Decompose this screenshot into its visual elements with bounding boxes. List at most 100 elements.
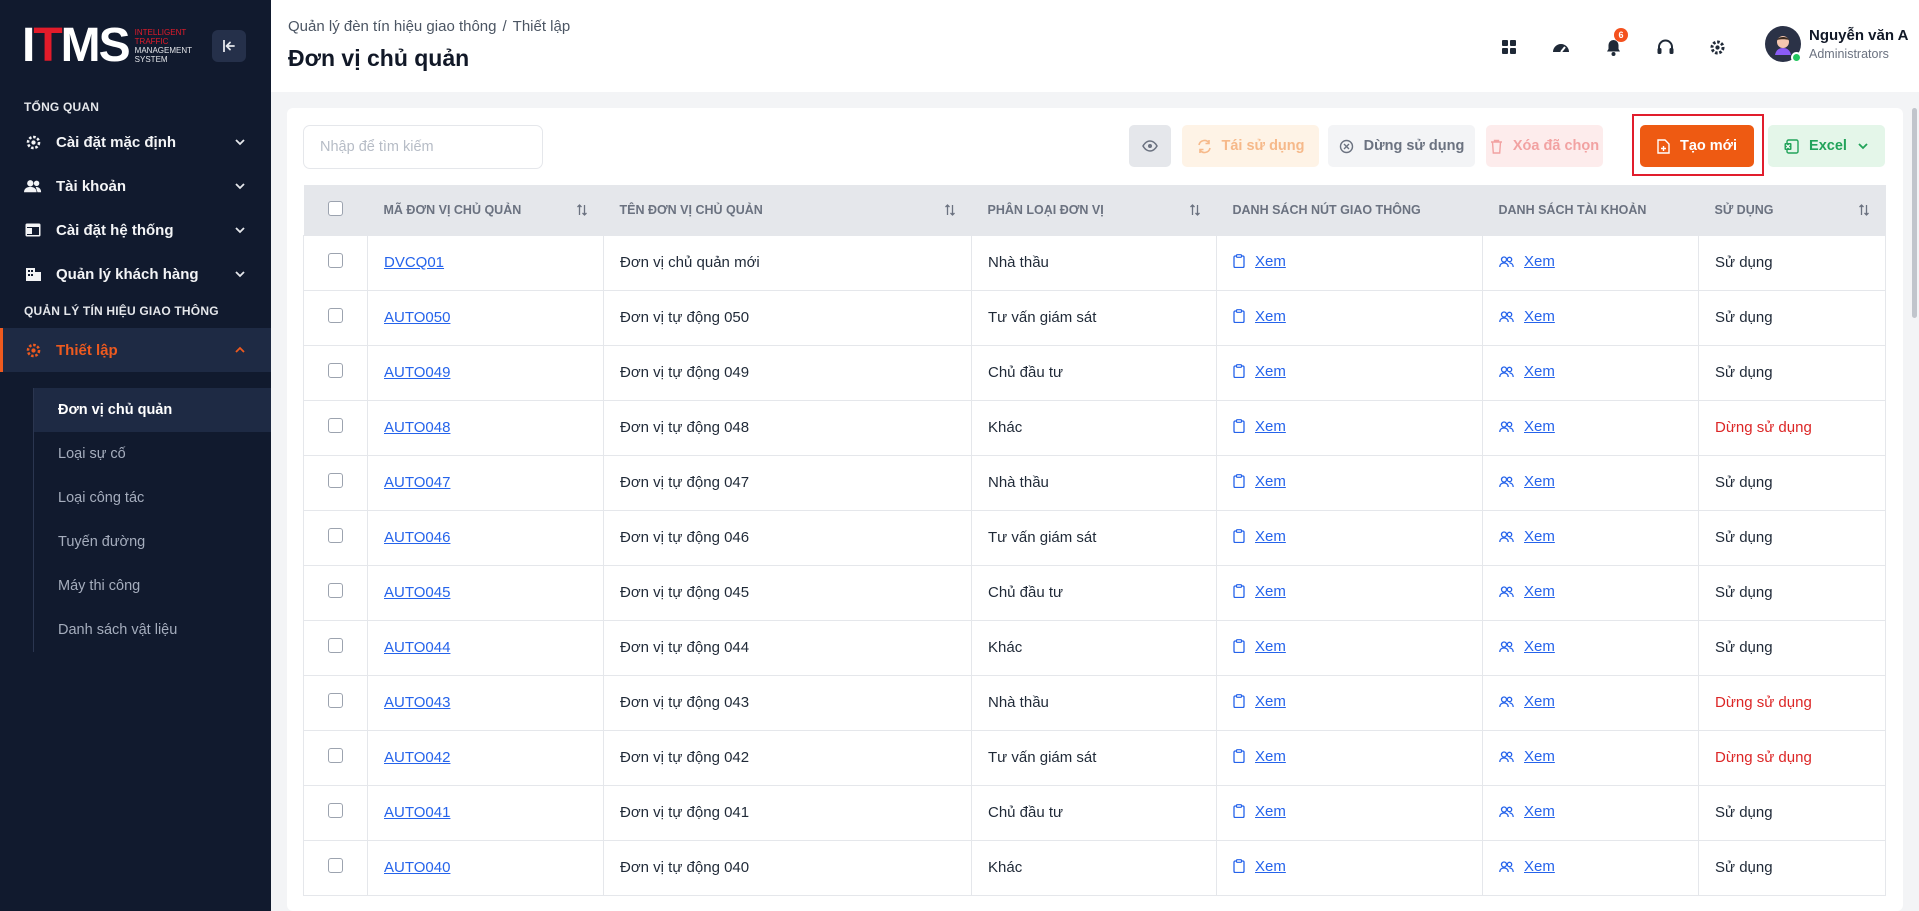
view-intersections-link[interactable]: Xem [1233, 473, 1286, 490]
submenu-item-materials[interactable]: Danh sách vật liệu [34, 608, 271, 652]
view-intersections-link[interactable]: Xem [1233, 693, 1286, 710]
search-input[interactable] [303, 125, 543, 169]
column-header-name[interactable]: TÊN ĐƠN VỊ CHỦ QUẢN [603, 185, 972, 235]
view-accounts-link[interactable]: Xem [1499, 583, 1555, 600]
breadcrumb-link-traffic[interactable]: Quản lý đèn tín hiệu giao thông [288, 18, 497, 35]
delete-selected-button[interactable]: Xóa đã chọn [1486, 125, 1603, 167]
unit-code-link[interactable]: AUTO041 [384, 804, 450, 821]
sidebar-item-accounts[interactable]: Tài khoản [0, 164, 271, 208]
unit-code-link[interactable]: AUTO040 [384, 859, 450, 876]
view-intersections-link[interactable]: Xem [1233, 858, 1286, 875]
toggle-columns-button[interactable] [1129, 125, 1171, 167]
settings-button[interactable] [1700, 30, 1734, 64]
notifications-button[interactable]: 6 [1596, 28, 1630, 64]
view-intersections-link[interactable]: Xem [1233, 638, 1286, 655]
unit-name: Đơn vị tự động 041 [620, 804, 750, 821]
sidebar-item-customer-management[interactable]: Quản lý khách hàng [0, 252, 271, 296]
sidebar-item-default-settings[interactable]: Cài đặt mặc định [0, 120, 271, 164]
content-card: Tái sử dụng Dừng sử dụng Xóa đã chọn Tạo… [287, 108, 1903, 911]
sidebar-item-setup[interactable]: Thiết lập [0, 328, 271, 372]
create-new-button[interactable]: Tạo mới [1640, 125, 1754, 167]
column-header-type[interactable]: PHÂN LOẠI ĐƠN VỊ [971, 185, 1217, 235]
column-header-code[interactable]: MÃ ĐƠN VỊ CHỦ QUẢN [367, 185, 604, 235]
view-accounts-link[interactable]: Xem [1499, 693, 1555, 710]
view-intersections-link[interactable]: Xem [1233, 803, 1286, 820]
collapse-sidebar-button[interactable] [212, 30, 246, 62]
unit-code-link[interactable]: AUTO048 [384, 419, 450, 436]
support-button[interactable] [1648, 30, 1682, 64]
status-text: Sử dụng [1715, 254, 1773, 271]
reuse-button[interactable]: Tái sử dụng [1182, 125, 1319, 167]
accounts-cell: Xem [1482, 399, 1699, 456]
row-checkbox[interactable] [328, 803, 343, 818]
user-menu[interactable]: Nguyễn văn A Administrators [1765, 26, 1908, 63]
row-checkbox[interactable] [328, 418, 343, 433]
view-intersections-link[interactable]: Xem [1233, 528, 1286, 545]
row-checkbox[interactable] [328, 473, 343, 488]
trash-icon [1490, 139, 1503, 154]
view-intersections-link[interactable]: Xem [1233, 748, 1286, 765]
unit-code-link[interactable]: AUTO042 [384, 749, 450, 766]
submenu-item-route[interactable]: Tuyến đường [34, 520, 271, 564]
intersections-cell: Xem [1216, 509, 1483, 566]
stop-using-button[interactable]: Dừng sử dụng [1328, 125, 1475, 167]
dashboard-button[interactable] [1544, 30, 1578, 64]
page-scrollbar[interactable] [1912, 108, 1917, 318]
unit-code-link[interactable]: DVCQ01 [384, 254, 444, 271]
row-checkbox[interactable] [328, 638, 343, 653]
view-accounts-link[interactable]: Xem [1499, 858, 1555, 875]
grid-icon [1502, 40, 1516, 54]
unit-code-link[interactable]: AUTO050 [384, 309, 450, 326]
view-intersections-link[interactable]: Xem [1233, 308, 1286, 325]
table-row: AUTO044 Đơn vị tự động 044 Khác Xem Xem … [303, 619, 1886, 676]
table-row: AUTO043 Đơn vị tự động 043 Nhà thầu Xem … [303, 674, 1886, 731]
view-intersections-link[interactable]: Xem [1233, 418, 1286, 435]
intersections-cell: Xem [1216, 729, 1483, 786]
view-accounts-link[interactable]: Xem [1499, 308, 1555, 325]
excel-dropdown-button[interactable]: Excel [1768, 125, 1885, 167]
submenu-item-incident-type[interactable]: Loại sự cố [34, 432, 271, 476]
unit-code-link[interactable]: AUTO049 [384, 364, 450, 381]
submenu-item-machinery[interactable]: Máy thi công [34, 564, 271, 608]
view-accounts-link[interactable]: Xem [1499, 473, 1555, 490]
section-overview: TỔNG QUAN [24, 100, 100, 114]
row-checkbox[interactable] [328, 253, 343, 268]
unit-code-link[interactable]: AUTO043 [384, 694, 450, 711]
view-accounts-link[interactable]: Xem [1499, 418, 1555, 435]
view-intersections-link[interactable]: Xem [1233, 583, 1286, 600]
submenu-item-work-type[interactable]: Loại công tác [34, 476, 271, 520]
column-header-status[interactable]: SỬ DỤNG [1698, 185, 1886, 235]
submenu-item-owner-unit[interactable]: Đơn vị chủ quản [34, 388, 271, 432]
row-checkbox[interactable] [328, 583, 343, 598]
gear-icon [1709, 39, 1725, 55]
view-intersections-link[interactable]: Xem [1233, 363, 1286, 380]
sidebar-item-system-settings[interactable]: Cài đặt hệ thống [0, 208, 271, 252]
unit-code-link[interactable]: AUTO045 [384, 584, 450, 601]
view-accounts-link[interactable]: Xem [1499, 748, 1555, 765]
view-accounts-link[interactable]: Xem [1499, 638, 1555, 655]
row-checkbox[interactable] [328, 308, 343, 323]
view-accounts-link[interactable]: Xem [1499, 803, 1555, 820]
view-accounts-link[interactable]: Xem [1499, 528, 1555, 545]
unit-code-link[interactable]: AUTO047 [384, 474, 450, 491]
clipboard-icon [1233, 859, 1245, 874]
select-all-checkbox[interactable] [328, 200, 343, 216]
row-checkbox[interactable] [328, 693, 343, 708]
row-checkbox[interactable] [328, 528, 343, 543]
unit-code-link[interactable]: AUTO046 [384, 529, 450, 546]
row-checkbox[interactable] [328, 748, 343, 763]
unit-code-link[interactable]: AUTO044 [384, 639, 450, 656]
intersections-cell: Xem [1216, 399, 1483, 456]
row-checkbox[interactable] [328, 858, 343, 873]
intersections-cell: Xem [1216, 234, 1483, 291]
reuse-label: Tái sử dụng [1221, 138, 1305, 154]
row-checkbox[interactable] [328, 363, 343, 378]
setup-submenu: Đơn vị chủ quản Loại sự cố Loại công tác… [33, 388, 271, 652]
view-intersections-link[interactable]: Xem [1233, 253, 1286, 270]
apps-button[interactable] [1492, 30, 1526, 64]
view-accounts-link[interactable]: Xem [1499, 363, 1555, 380]
view-accounts-link[interactable]: Xem [1499, 253, 1555, 270]
status-text: Sử dụng [1715, 804, 1773, 821]
status-text: Dừng sử dụng [1715, 749, 1812, 766]
row-select-cell [303, 784, 368, 841]
